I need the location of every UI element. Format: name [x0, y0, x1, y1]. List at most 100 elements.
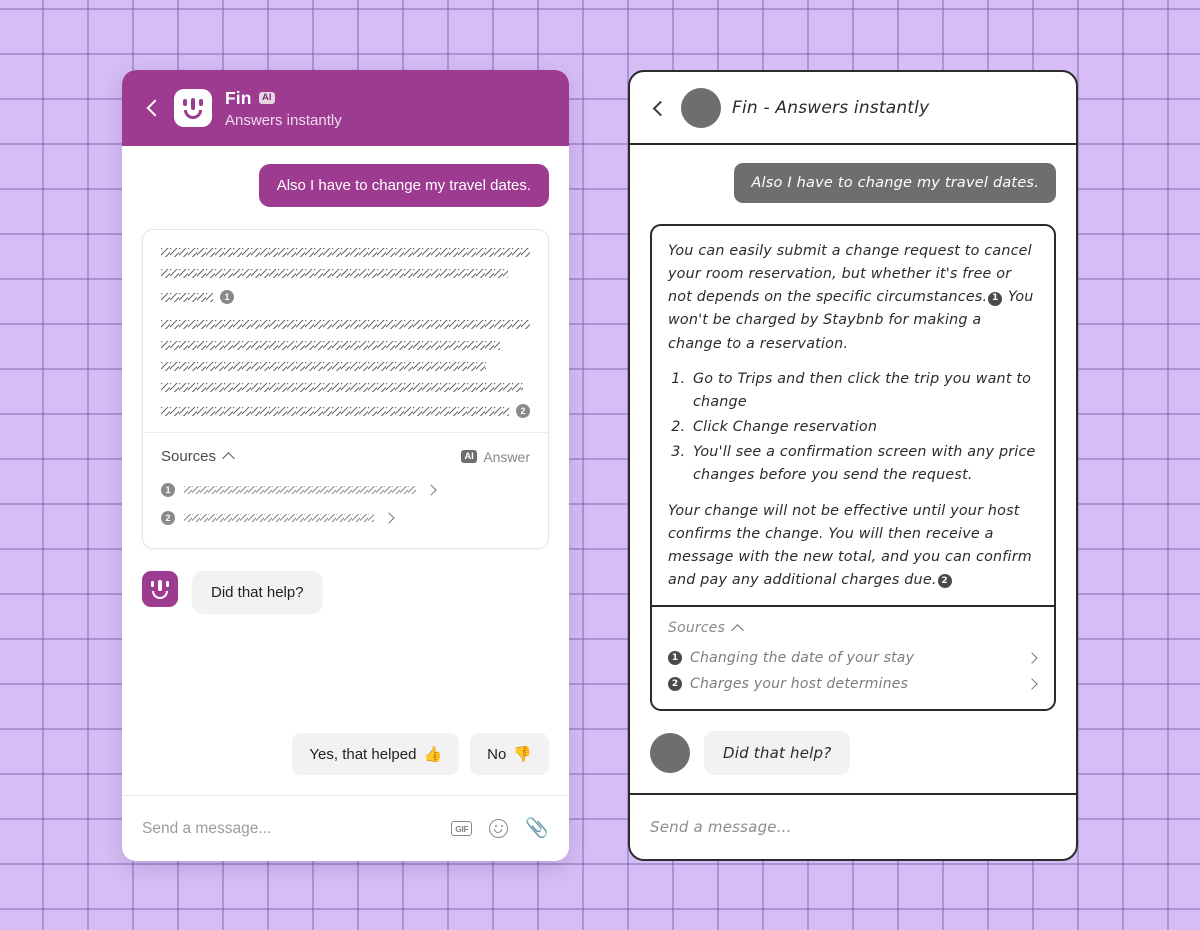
source-row[interactable]: 1 Changing the date of your stay — [668, 645, 1038, 671]
redacted-paragraph: 2 — [161, 320, 530, 418]
message-input-placeholder[interactable]: Send a message... — [142, 820, 437, 838]
fin-avatar-icon — [142, 571, 178, 607]
feedback-no-button[interactable]: No 👎 — [470, 733, 549, 775]
logo-nose — [191, 98, 195, 110]
ai-answer-label: Answer — [483, 448, 530, 465]
logo-eye-right — [199, 99, 203, 106]
header-title-row: Fin AI — [225, 88, 342, 109]
redacted-line — [161, 269, 508, 278]
back-chevron-icon[interactable] — [140, 95, 166, 121]
source-number-badge: 2 — [668, 677, 682, 692]
chat-header-wireframe: Fin - Answers instantly — [630, 72, 1076, 145]
sources-header: Sources AI Answer — [161, 448, 530, 465]
avatar-eye-right — [165, 581, 169, 587]
logo-smile — [184, 110, 202, 119]
logo-eye-left — [183, 99, 187, 106]
ai-badge: AI — [258, 91, 276, 105]
agent-subtitle: Answers instantly — [225, 111, 342, 129]
source-row[interactable]: 2 — [161, 504, 530, 532]
redacted-line — [161, 406, 509, 416]
source-row[interactable]: 1 — [161, 476, 530, 504]
header-title: Fin - Answers instantly — [732, 97, 930, 118]
avatar-placeholder-icon — [650, 733, 690, 773]
bot-message-row: Did that help? — [142, 571, 549, 614]
redacted-answer-text: 1 2 — [143, 230, 548, 432]
fin-logo-icon — [174, 89, 212, 127]
chevron-up-icon[interactable] — [224, 451, 235, 462]
chevron-right-icon[interactable] — [425, 484, 437, 496]
redacted-line — [161, 292, 213, 302]
sources-section: Sources AI Answer 1 2 — [143, 432, 548, 548]
thumbs-down-icon: 👎 — [513, 746, 532, 763]
message-input-placeholder[interactable]: Send a message... — [650, 818, 792, 836]
answer-step: Click Change reservation — [690, 416, 1038, 439]
sources-label: Sources — [668, 620, 726, 637]
citation-badge-1[interactable]: 1 — [988, 291, 1003, 306]
user-message-bubble: Also I have to change my travel dates. — [258, 164, 549, 207]
avatar-nose — [158, 580, 162, 591]
source-title: Charges your host determines — [690, 676, 909, 693]
sources-toggle[interactable]: Sources — [668, 620, 1038, 636]
feedback-buttons: Yes, that helped 👍 No 👎 — [142, 733, 549, 775]
fin-chat-panel-wireframe: Fin - Answers instantly Also I have to c… — [628, 70, 1078, 861]
redacted-line — [161, 248, 530, 257]
source-row[interactable]: 2 Charges your host determines — [668, 671, 1038, 697]
emoji-mouth — [494, 829, 503, 833]
redacted-line — [161, 320, 530, 329]
attachment-icon[interactable]: 📎 — [525, 819, 549, 838]
composer-icons: GIF 📎 — [451, 819, 549, 838]
citation-badge-1[interactable]: 1 — [220, 290, 234, 304]
sources-label: Sources — [161, 448, 217, 465]
redacted-line-with-citation: 2 — [161, 404, 530, 418]
answer-para1-part-a: You can easily submit a change request t… — [668, 243, 1032, 306]
source-number-badge: 1 — [161, 483, 175, 497]
answer-paragraph-1: You can easily submit a change request t… — [668, 240, 1038, 356]
chat-body: Also I have to change my travel dates. 1 — [122, 146, 569, 795]
chevron-right-icon[interactable] — [1026, 678, 1038, 690]
emoji-icon[interactable] — [489, 819, 509, 838]
redacted-line-with-citation: 1 — [161, 290, 530, 304]
redacted-line — [161, 362, 486, 371]
message-composer[interactable]: Send a message... GIF 📎 — [122, 795, 569, 861]
sources-section: Sources 1 Changing the date of your stay… — [652, 605, 1054, 709]
source-redacted-title — [184, 486, 416, 494]
emoji-eye-right — [500, 825, 504, 828]
bot-message-bubble: Did that help? — [192, 571, 323, 614]
feedback-yes-label: Yes, that helped — [309, 745, 417, 763]
source-number-badge: 1 — [668, 651, 682, 666]
thumbs-up-icon: 👍 — [423, 746, 443, 763]
back-chevron-icon[interactable] — [648, 97, 670, 119]
ai-answer-tag: AI Answer — [460, 448, 530, 465]
answer-step: Go to Trips and then click the trip you … — [690, 368, 1038, 414]
citation-badge-2[interactable]: 2 — [516, 404, 530, 418]
answer-step: You'll see a confirmation screen with an… — [690, 441, 1038, 487]
source-title: Changing the date of your stay — [690, 650, 915, 667]
fin-chat-panel-branded: Fin AI Answers instantly Also I have to … — [122, 70, 569, 861]
answer-steps-list: Go to Trips and then click the trip you … — [690, 368, 1038, 488]
user-message-bubble: Also I have to change my travel dates. — [734, 163, 1056, 203]
ai-badge-dark: AI — [460, 450, 478, 463]
header-text-group: Fin AI Answers instantly — [225, 88, 342, 129]
feedback-yes-button[interactable]: Yes, that helped 👍 — [292, 733, 460, 775]
bot-message-bubble: Did that help? — [704, 731, 851, 775]
feedback-no-label: No — [487, 745, 507, 763]
message-composer[interactable]: Send a message... — [630, 793, 1076, 859]
chevron-up-icon[interactable] — [733, 623, 744, 634]
sources-toggle[interactable]: Sources — [161, 448, 235, 465]
source-number-badge: 2 — [161, 511, 175, 525]
avatar-smile — [152, 591, 168, 599]
source-redacted-title — [184, 514, 374, 522]
answer-text: You can easily submit a change request t… — [652, 226, 1054, 605]
agent-name: Fin — [225, 87, 252, 108]
redacted-line — [161, 341, 501, 350]
answer-card: 1 2 Sources AI Answer 1 2 — [142, 229, 549, 549]
chat-header: Fin AI Answers instantly — [122, 70, 569, 146]
chevron-right-icon[interactable] — [383, 512, 395, 524]
citation-badge-2[interactable]: 2 — [937, 574, 952, 589]
answer-para2-text: Your change will not be effective until … — [668, 502, 1032, 589]
answer-paragraph-2: Your change will not be effective until … — [668, 500, 1038, 593]
gif-icon[interactable]: GIF — [451, 821, 473, 836]
emoji-eye-left — [494, 825, 497, 828]
chat-body-wireframe: Also I have to change my travel dates. Y… — [630, 145, 1076, 793]
chevron-right-icon[interactable] — [1026, 652, 1038, 664]
